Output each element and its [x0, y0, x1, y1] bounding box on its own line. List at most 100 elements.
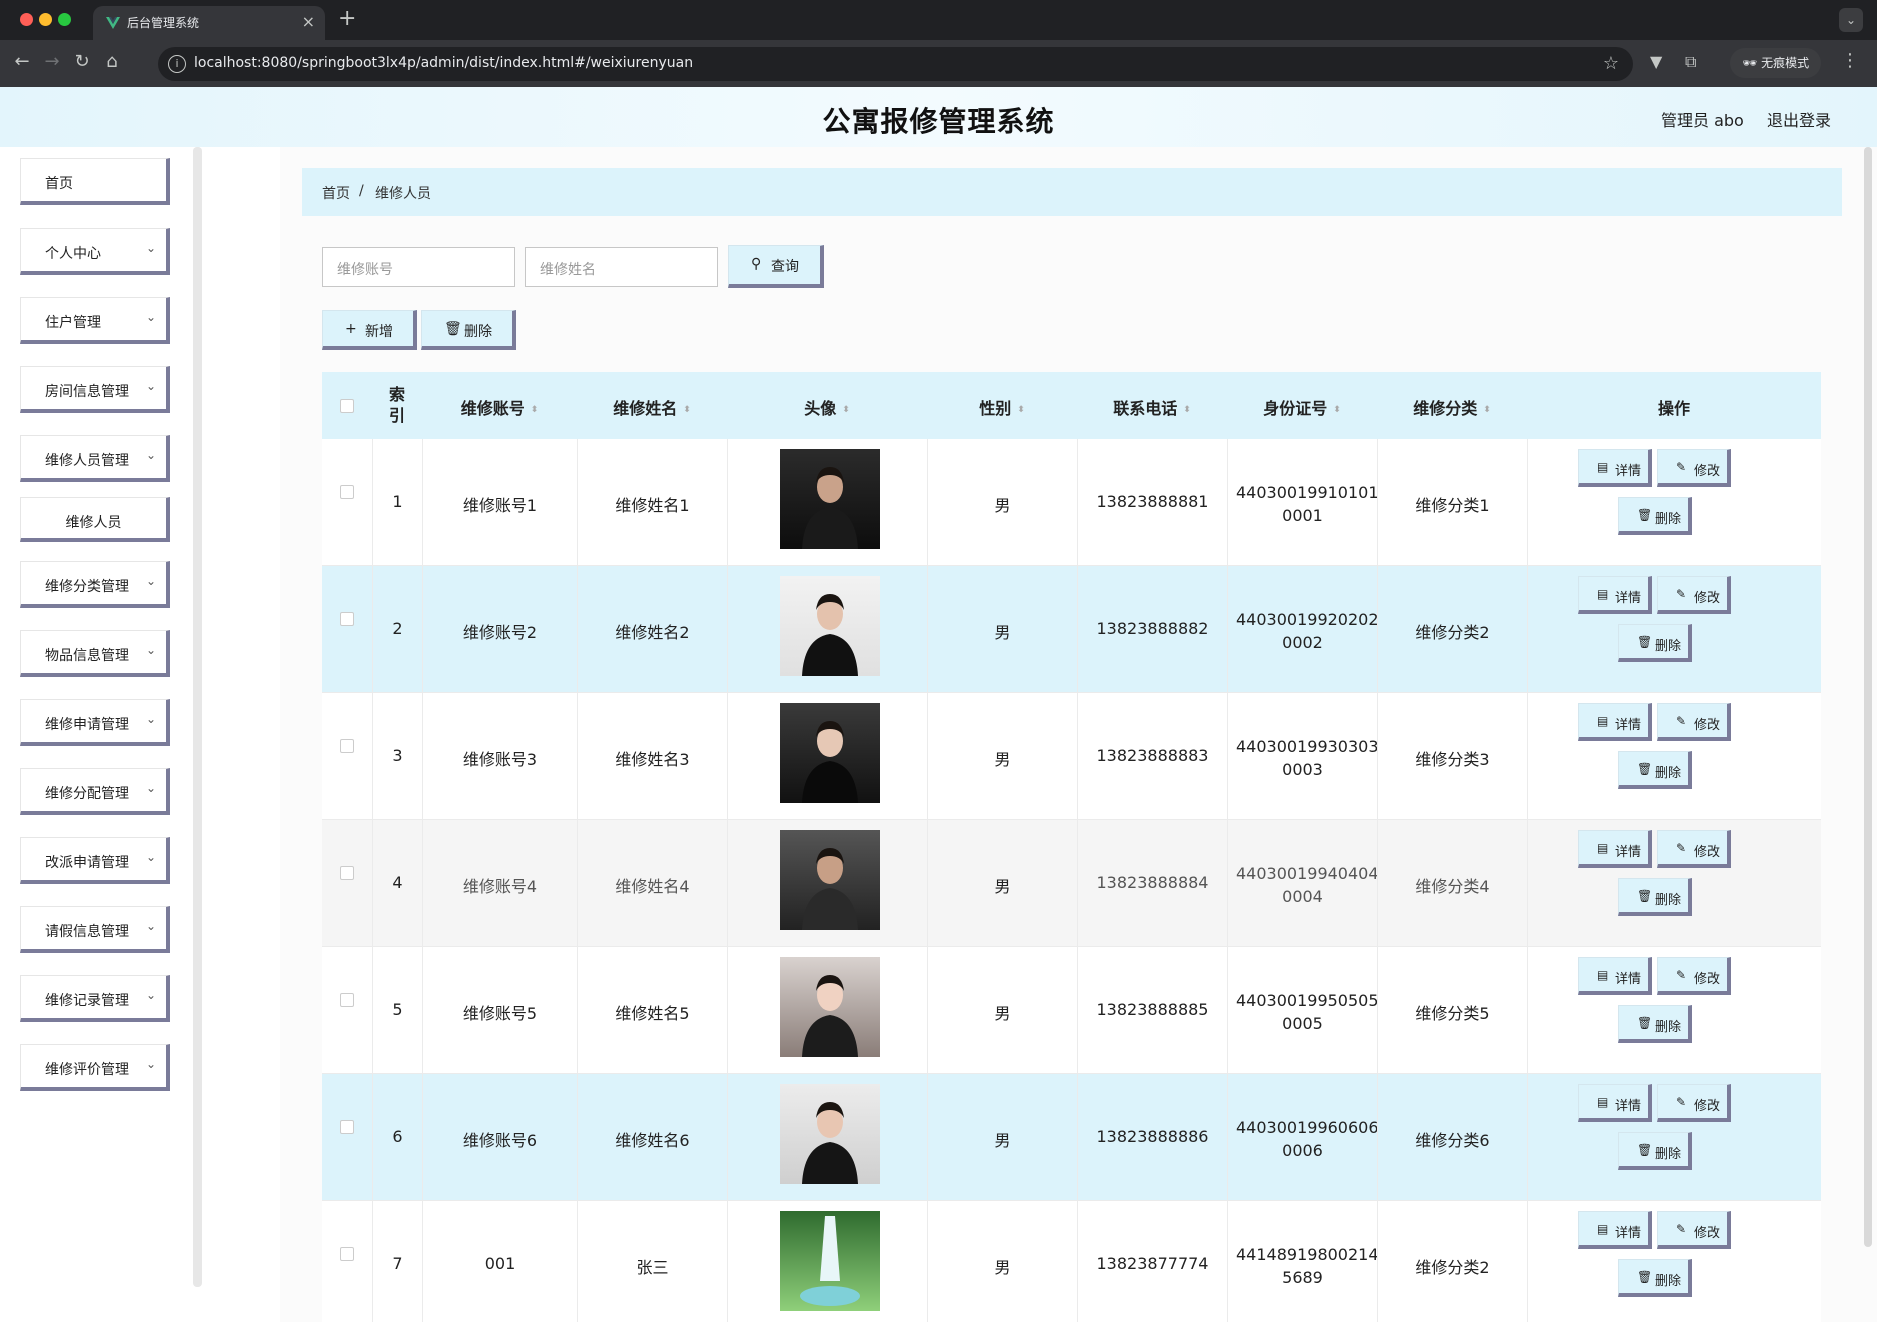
- row-checkbox[interactable]: [340, 739, 354, 753]
- delete-button[interactable]: 🗑 删除: [1618, 878, 1692, 916]
- sort-caret-icon[interactable]: ⬍: [683, 405, 691, 415]
- avatar-image[interactable]: [780, 1211, 880, 1311]
- edit-button[interactable]: ✎ 修改: [1657, 703, 1731, 741]
- address-bar[interactable]: i localhost:8080/springboot3lx4p/admin/d…: [158, 47, 1633, 81]
- new-tab-icon[interactable]: +: [338, 6, 356, 31]
- avatar-image[interactable]: [780, 576, 880, 676]
- table-row[interactable]: 1 维修账号1 维修姓名1 男 13823888881 44030019910101 000…: [322, 439, 1821, 566]
- maximize-window-dot[interactable]: [58, 13, 71, 26]
- browser-tab[interactable]: 后台管理系统 ×: [93, 6, 325, 40]
- tab-close-icon[interactable]: ×: [302, 12, 315, 31]
- site-info-icon[interactable]: i: [168, 55, 186, 73]
- sidebar-item[interactable]: 维修分配管理 ⌄: [20, 768, 170, 815]
- delete-button[interactable]: 🗑 删除: [1618, 1005, 1692, 1043]
- column-header[interactable]: 头像 ⬍: [727, 372, 927, 439]
- detail-button[interactable]: ▤ 详情: [1578, 703, 1652, 741]
- edit-button[interactable]: ✎ 修改: [1657, 576, 1731, 614]
- breadcrumb-home[interactable]: 首页: [322, 183, 350, 203]
- incognito-badge[interactable]: 🕶 无痕模式: [1730, 48, 1822, 78]
- delete-button[interactable]: 🗑 删除: [1618, 1132, 1692, 1170]
- account-search-input[interactable]: 维修账号: [322, 247, 515, 287]
- row-checkbox[interactable]: [340, 485, 354, 499]
- detail-button[interactable]: ▤ 详情: [1578, 1211, 1652, 1249]
- delete-button[interactable]: 🗑 删除: [1618, 751, 1692, 789]
- table-row[interactable]: 2 维修账号2 维修姓名2 男 13823888882 44030019920202 000…: [322, 566, 1821, 693]
- page-scrollbar[interactable]: [1864, 147, 1872, 1247]
- column-header[interactable]: 维修姓名 ⬍: [577, 372, 727, 439]
- table-row[interactable]: 6 维修账号6 维修姓名6 男 13823888886 44030019960606 000…: [322, 1074, 1821, 1201]
- url-text[interactable]: localhost:8080/springboot3lx4p/admin/dis…: [194, 55, 693, 71]
- sidebar-item[interactable]: 请假信息管理 ⌄: [20, 906, 170, 953]
- avatar-image[interactable]: [780, 830, 880, 930]
- browser-menu-icon[interactable]: ⋮: [1841, 50, 1859, 71]
- close-window-dot[interactable]: [20, 13, 33, 26]
- extension-v-icon[interactable]: ▼: [1650, 52, 1662, 71]
- row-checkbox[interactable]: [340, 1120, 354, 1134]
- sidebar-item[interactable]: 住户管理 ⌄: [20, 297, 170, 344]
- sidebar-item[interactable]: 房间信息管理 ⌄: [20, 366, 170, 413]
- batch-delete-button[interactable]: 🗑 删除: [421, 310, 516, 350]
- edit-button[interactable]: ✎ 修改: [1657, 449, 1731, 487]
- column-header[interactable]: 联系电话 ⬍: [1077, 372, 1227, 439]
- extensions-puzzle-icon[interactable]: ⧉: [1685, 52, 1696, 72]
- detail-button[interactable]: ▤ 详情: [1578, 449, 1652, 487]
- reload-icon[interactable]: ↻: [70, 51, 94, 72]
- row-checkbox[interactable]: [340, 866, 354, 880]
- avatar-image[interactable]: [780, 449, 880, 549]
- sidebar-scrollbar[interactable]: [193, 147, 202, 1287]
- minimize-window-dot[interactable]: [39, 13, 52, 26]
- sidebar-item[interactable]: 维修记录管理 ⌄: [20, 975, 170, 1022]
- edit-button[interactable]: ✎ 修改: [1657, 830, 1731, 868]
- sidebar-item[interactable]: 个人中心 ⌄: [20, 228, 170, 275]
- row-checkbox[interactable]: [340, 1247, 354, 1261]
- sidebar-item[interactable]: 改派申请管理 ⌄: [20, 837, 170, 884]
- column-header[interactable]: 维修账号 ⬍: [422, 372, 577, 439]
- table-row[interactable]: 5 维修账号5 维修姓名5 男 13823888885 44030019950505 000…: [322, 947, 1821, 1074]
- edit-button[interactable]: ✎ 修改: [1657, 1211, 1731, 1249]
- column-header[interactable]: 维修分类 ⬍: [1377, 372, 1527, 439]
- sort-caret-icon[interactable]: ⬍: [1483, 405, 1491, 415]
- forward-icon[interactable]: →: [40, 51, 64, 72]
- logout-link[interactable]: 退出登录: [1767, 107, 1831, 131]
- table-row[interactable]: 7 001 张三 男 13823877774 44148919800214 5689 维修分类…: [322, 1201, 1821, 1322]
- sidebar-item[interactable]: 维修分类管理 ⌄: [20, 561, 170, 608]
- bookmark-star-icon[interactable]: ☆: [1603, 53, 1619, 74]
- row-checkbox[interactable]: [340, 612, 354, 626]
- tab-search-chevron-icon[interactable]: ⌄: [1839, 8, 1863, 32]
- home-icon[interactable]: ⌂: [100, 51, 124, 72]
- table-row[interactable]: 4 维修账号4 维修姓名4 男 13823888884 44030019940404 000…: [322, 820, 1821, 947]
- sort-caret-icon[interactable]: ⬍: [531, 405, 539, 415]
- table-row[interactable]: 3 维修账号3 维修姓名3 男 13823888883 44030019930303 000…: [322, 693, 1821, 820]
- delete-button[interactable]: 🗑 删除: [1618, 1259, 1692, 1297]
- sort-caret-icon[interactable]: ⬍: [1183, 405, 1191, 415]
- table-cell: 13823888881: [1077, 439, 1227, 566]
- sort-caret-icon[interactable]: ⬍: [1333, 405, 1341, 415]
- name-search-input[interactable]: 维修姓名: [525, 247, 718, 287]
- edit-button[interactable]: ✎ 修改: [1657, 957, 1731, 995]
- sidebar-item[interactable]: 维修人员管理 ⌄: [20, 435, 170, 482]
- query-button[interactable]: ⚲ 查询: [728, 245, 824, 288]
- sort-caret-icon[interactable]: ⬍: [1017, 405, 1025, 415]
- avatar-image[interactable]: [780, 703, 880, 803]
- delete-button[interactable]: 🗑 删除: [1618, 624, 1692, 662]
- sidebar-item[interactable]: 物品信息管理 ⌄: [20, 630, 170, 677]
- detail-button[interactable]: ▤ 详情: [1578, 957, 1652, 995]
- sort-caret-icon[interactable]: ⬍: [842, 405, 850, 415]
- avatar-image[interactable]: [780, 1084, 880, 1184]
- sidebar-item[interactable]: 首页: [20, 158, 170, 205]
- add-button[interactable]: + 新增: [322, 310, 417, 350]
- column-header[interactable]: 身份证号 ⬍: [1227, 372, 1377, 439]
- detail-button[interactable]: ▤ 详情: [1578, 576, 1652, 614]
- delete-button[interactable]: 🗑 删除: [1618, 497, 1692, 535]
- detail-button[interactable]: ▤ 详情: [1578, 1084, 1652, 1122]
- edit-button[interactable]: ✎ 修改: [1657, 1084, 1731, 1122]
- sidebar-subitem[interactable]: 维修人员: [20, 497, 170, 542]
- row-checkbox[interactable]: [340, 993, 354, 1007]
- back-icon[interactable]: ←: [10, 51, 34, 72]
- sidebar-item[interactable]: 维修申请管理 ⌄: [20, 699, 170, 746]
- select-all-checkbox[interactable]: [340, 399, 354, 413]
- sidebar-item[interactable]: 维修评价管理 ⌄: [20, 1044, 170, 1091]
- avatar-image[interactable]: [780, 957, 880, 1057]
- detail-button[interactable]: ▤ 详情: [1578, 830, 1652, 868]
- column-header[interactable]: 性别 ⬍: [927, 372, 1077, 439]
